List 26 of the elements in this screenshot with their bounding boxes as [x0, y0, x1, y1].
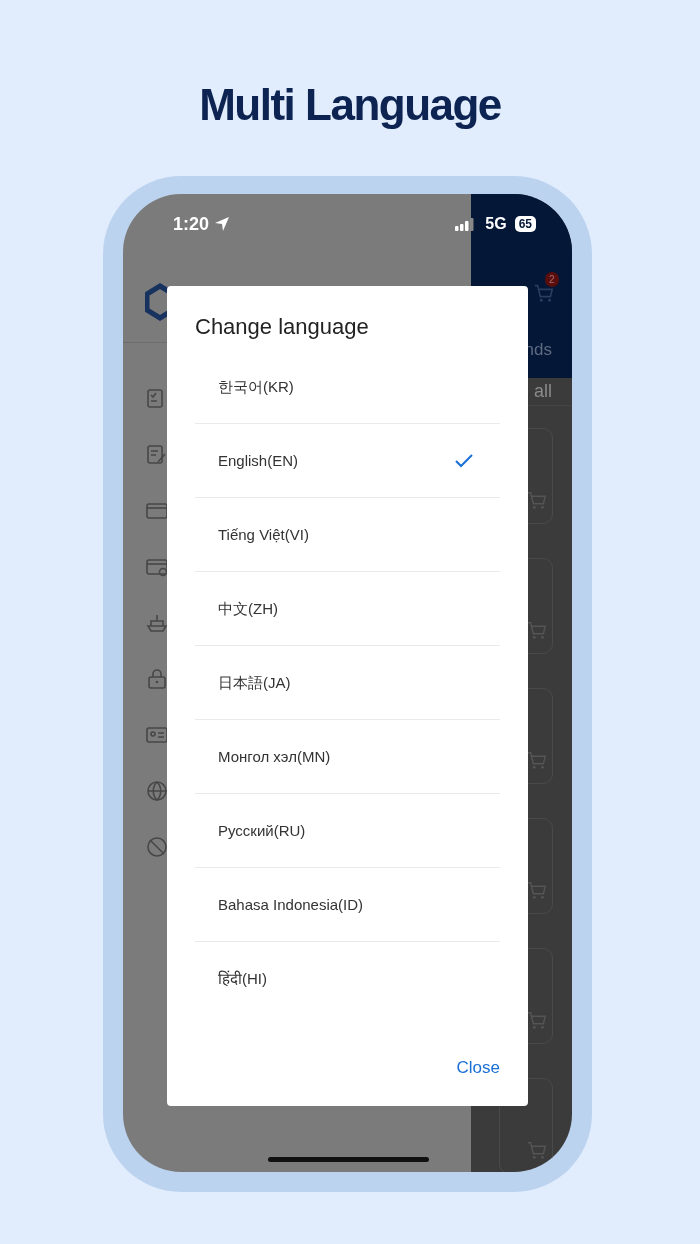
language-option[interactable]: Монгол хэл(MN) [195, 720, 500, 795]
edit-icon[interactable] [145, 443, 169, 467]
language-option[interactable]: 中文(ZH) [195, 572, 500, 647]
lock-icon[interactable] [145, 667, 169, 691]
status-time: 1:20 [173, 212, 210, 236]
language-option[interactable]: English(EN) [195, 424, 500, 499]
cart-icon[interactable] [526, 489, 548, 511]
cart-icon[interactable] [526, 619, 548, 641]
cart-icon[interactable] [526, 879, 548, 901]
cart-icon[interactable] [526, 1009, 548, 1031]
network-label: 5G [485, 214, 507, 234]
language-option[interactable]: हिंदी(HI) [195, 942, 500, 1017]
language-option[interactable]: Bahasa Indonesia(ID) [195, 868, 500, 943]
language-option[interactable]: 日本語(JA) [195, 646, 500, 721]
no-sign-icon[interactable] [145, 835, 169, 859]
signal-icon [455, 217, 476, 231]
language-option[interactable]: Русский(RU) [195, 794, 500, 869]
location-icon [214, 216, 231, 232]
globe-icon[interactable] [145, 779, 169, 803]
dialog-title: Change language [195, 314, 370, 341]
language-option[interactable]: 한국어(KR) [195, 350, 500, 425]
page-heading: Multi Language [198, 79, 502, 131]
language-option[interactable]: Tiếng Việt(VI) [195, 498, 500, 573]
cart-icon[interactable] [526, 749, 548, 771]
cart-badge: 2 [545, 272, 559, 287]
close-button[interactable]: Close [456, 1054, 500, 1080]
